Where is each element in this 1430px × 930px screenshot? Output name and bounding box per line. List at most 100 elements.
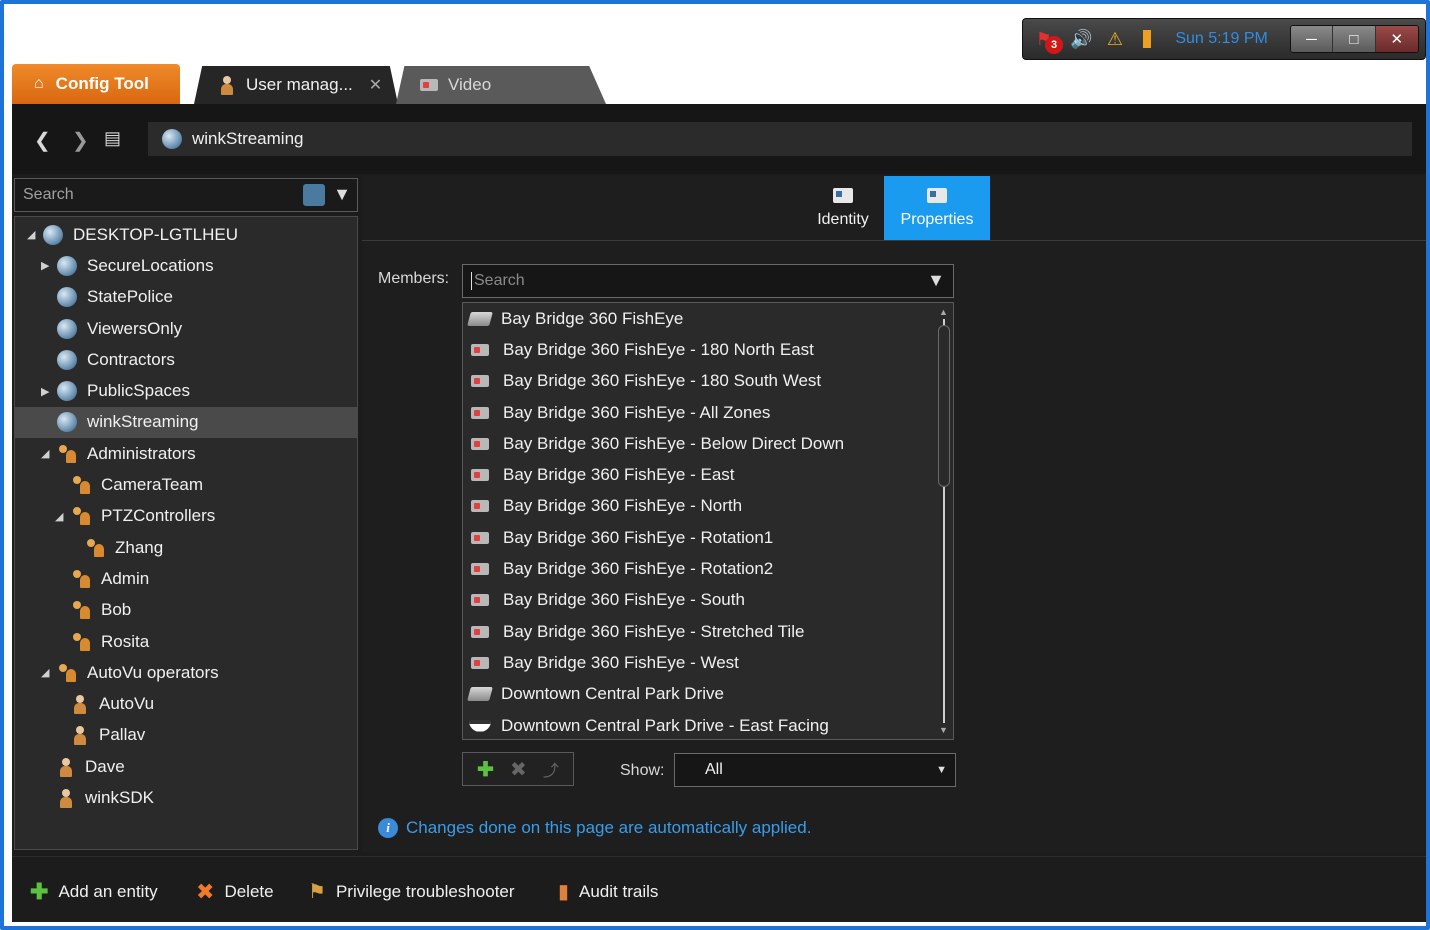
globe-icon <box>57 381 77 402</box>
privilege-label: Privilege troubleshooter <box>335 881 515 901</box>
tree-item[interactable]: CameraTeam <box>15 469 357 500</box>
main-window: ❮ ❯ ▤ winkStreaming Search ▼ ◢ DESKTOP-LG… <box>12 104 1426 922</box>
entity-search-input[interactable]: Search ▼ <box>14 178 358 212</box>
list-item[interactable]: Bay Bridge 360 FishEye - North <box>463 491 953 522</box>
tree-item[interactable]: AutoVu <box>15 688 357 719</box>
expand-arrow-icon[interactable]: ◢ <box>27 228 35 241</box>
user-icon <box>71 725 89 746</box>
list-item[interactable]: Bay Bridge 360 FishEye - Below Direct Do… <box>463 428 953 459</box>
collapse-arrow-icon[interactable]: ▶ <box>41 259 49 272</box>
text-cursor <box>471 272 472 290</box>
volume-icon[interactable]: 🔊 <box>1067 24 1097 54</box>
breadcrumb[interactable]: winkStreaming <box>148 122 1412 156</box>
tree-item[interactable]: Contractors <box>15 344 357 375</box>
members-label: Members: <box>378 270 450 287</box>
user-group-icon <box>71 506 91 526</box>
list-item[interactable]: Bay Bridge 360 FishEye - West <box>463 647 953 678</box>
expand-arrow-icon[interactable]: ◢ <box>55 510 63 523</box>
expand-arrow-icon[interactable]: ◢ <box>41 666 49 679</box>
remove-member-button[interactable]: ✖ <box>510 757 527 782</box>
list-item[interactable]: Bay Bridge 360 FishEye - East <box>463 459 953 490</box>
audit-trails-button[interactable]: ▮ Audit trails <box>558 879 658 904</box>
tree-item[interactable]: Dave <box>15 751 357 782</box>
tree-item[interactable]: ◢ PTZControllers <box>15 501 357 532</box>
tab-identity[interactable]: Identity <box>802 176 884 240</box>
tree-item[interactable]: Pallav <box>15 720 357 751</box>
tree-item-label: Admin <box>101 568 150 588</box>
dome-camera-icon <box>469 719 491 732</box>
scroll-up-icon[interactable]: ▲ <box>939 307 948 317</box>
move-member-button[interactable]: ⤴ <box>543 757 559 781</box>
tree-item[interactable]: ▶ SecureLocations <box>15 250 357 281</box>
tree-item[interactable]: ◢ Administrators <box>15 438 357 469</box>
close-tab-icon[interactable]: ✕ <box>369 75 382 95</box>
user-icon <box>218 75 236 95</box>
show-filter-select[interactable]: All ▼ <box>674 753 956 787</box>
add-member-button[interactable]: ✚ <box>477 757 494 782</box>
members-search-input[interactable]: Search ▼ <box>462 264 954 298</box>
history-icon[interactable]: ▤ <box>104 128 121 149</box>
tree-item[interactable]: StatePolice <box>15 282 357 313</box>
tree-item[interactable]: Bob <box>15 595 357 626</box>
back-icon[interactable]: ❮ <box>34 128 51 153</box>
list-item-label: Downtown Central Park Drive <box>501 684 724 704</box>
warning-icon[interactable]: ⚠ <box>1100 24 1130 54</box>
list-item[interactable]: Downtown Central Park Drive - East Facin… <box>463 710 953 739</box>
list-item-label: Bay Bridge 360 FishEye - East <box>503 465 735 485</box>
tab-properties[interactable]: Properties <box>884 176 990 240</box>
tree-item[interactable]: ◢ DESKTOP-LGTLHEU <box>15 219 357 250</box>
info-message: i Changes done on this page are automati… <box>378 818 811 838</box>
tab-user-management[interactable]: User manag... ✕ <box>194 66 398 104</box>
close-button[interactable]: ✕ <box>1375 26 1418 52</box>
alarm-icon[interactable]: ⚑ 3 <box>1029 24 1063 54</box>
list-item[interactable]: Bay Bridge 360 FishEye - South <box>463 585 953 616</box>
members-scrollbar[interactable]: ▲ ▼ <box>937 307 951 735</box>
maximize-button[interactable]: □ <box>1333 26 1376 52</box>
globe-icon <box>57 412 77 433</box>
forward-icon[interactable]: ❯ <box>72 128 89 153</box>
list-item[interactable]: Bay Bridge 360 FishEye - Rotation1 <box>463 522 953 553</box>
tree-item[interactable]: ▶ PublicSpaces <box>15 375 357 406</box>
scroll-thumb[interactable] <box>938 325 950 487</box>
filter-icon[interactable]: ▼ <box>333 184 351 206</box>
list-item[interactable]: Downtown Central Park Drive <box>463 679 953 710</box>
collapse-arrow-icon[interactable]: ▶ <box>41 385 49 398</box>
add-entity-button[interactable]: ✚ Add an entity <box>30 879 158 905</box>
camera-icon <box>471 375 489 388</box>
camera-icon <box>471 531 489 544</box>
tree-item-label: AutoVu operators <box>87 662 219 682</box>
plus-icon: ✚ <box>30 879 49 904</box>
tree-item[interactable]: ◢ AutoVu operators <box>15 657 357 688</box>
user-group-icon <box>57 663 77 683</box>
delete-button[interactable]: ✖ Delete <box>196 879 274 905</box>
minimize-button[interactable]: ─ <box>1290 26 1334 52</box>
privilege-troubleshooter-button[interactable]: ⚑ Privilege troubleshooter <box>308 879 515 904</box>
id-card-icon <box>833 187 853 203</box>
tree-item[interactable]: winkStreaming <box>15 406 357 439</box>
list-item[interactable]: Bay Bridge 360 FishEye <box>463 303 953 334</box>
list-item-label: Bay Bridge 360 FishEye - South <box>503 590 745 610</box>
list-item[interactable]: Bay Bridge 360 FishEye - 180 North East <box>463 334 953 365</box>
list-item[interactable]: Bay Bridge 360 FishEye - Stretched Tile <box>463 616 953 647</box>
tab-video[interactable]: Video <box>396 66 606 104</box>
members-filter-icon[interactable]: ▼ <box>927 270 945 291</box>
list-item[interactable]: Bay Bridge 360 FishEye - Rotation2 <box>463 553 953 584</box>
list-item-label: Bay Bridge 360 FishEye - 180 North East <box>503 339 814 359</box>
expand-arrow-icon[interactable]: ◢ <box>41 447 49 460</box>
scroll-down-icon[interactable]: ▼ <box>939 725 948 735</box>
list-item-label: Bay Bridge 360 FishEye - Rotation2 <box>503 559 774 579</box>
tree-item[interactable]: ViewersOnly <box>15 313 357 344</box>
tab-config-tool[interactable]: ⌂ Config Tool <box>12 64 180 104</box>
entity-type-icon[interactable] <box>303 184 326 206</box>
tree-item[interactable]: Admin <box>15 563 357 594</box>
globe-icon <box>57 318 77 339</box>
tab-divider <box>362 240 1426 241</box>
list-item-label: Bay Bridge 360 FishEye <box>501 308 684 328</box>
notification-icon[interactable] <box>1132 24 1162 54</box>
tree-item[interactable]: Rosita <box>15 626 357 657</box>
list-item[interactable]: Bay Bridge 360 FishEye - All Zones <box>463 397 953 428</box>
list-item[interactable]: Bay Bridge 360 FishEye - 180 South West <box>463 366 953 397</box>
tree-item[interactable]: Zhang <box>15 532 357 563</box>
tree-item[interactable]: winkSDK <box>15 782 357 813</box>
globe-icon <box>43 224 63 245</box>
